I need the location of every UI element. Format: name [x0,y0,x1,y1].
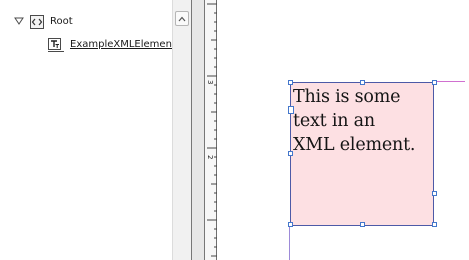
in-port[interactable] [288,106,294,114]
structure-pane: Root ExampleXMLElement [0,0,176,260]
ruler-label: 3 [206,80,214,85]
text-content-icon [48,37,64,52]
margin-guide-horizontal [435,81,465,82]
handle-top-center[interactable] [360,80,365,85]
handle-middle-right[interactable] [432,191,437,196]
tree-item-root[interactable]: Root [12,13,73,29]
xml-element-icon [30,14,44,29]
ruler-ticks [207,3,217,257]
handle-bottom-center[interactable] [360,222,365,227]
tree-item-example-xml-element-label: ExampleXMLElement [70,38,176,50]
handle-bottom-right[interactable] [432,222,437,227]
handle-middle-left[interactable] [288,151,293,156]
triangle-down-icon[interactable] [12,14,26,28]
margin-guide-vertical [289,226,290,260]
ruler-label: 2 [206,155,214,160]
tree-item-example-xml-element[interactable]: ExampleXMLElement [48,36,176,52]
pane-splitter[interactable] [191,0,205,260]
handle-top-left[interactable] [288,80,293,85]
text-frame[interactable]: This is some text in an XML element. [290,82,434,226]
layout-canvas[interactable]: This is some text in an XML element. [217,0,469,260]
text-frame-content[interactable]: This is some text in an XML element. [293,85,443,157]
tree-item-root-label: Root [50,15,73,27]
handle-bottom-left[interactable] [288,222,293,227]
chevron-up-icon[interactable] [175,11,189,26]
structure-scrollbar[interactable] [172,0,191,260]
handle-top-right[interactable] [432,80,437,85]
vertical-ruler: 3 2 [205,0,217,260]
